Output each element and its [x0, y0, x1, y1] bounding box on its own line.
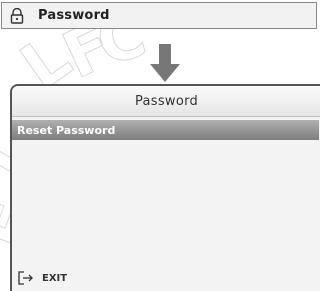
menu-item-label: Reset Password: [17, 123, 116, 137]
screen-title: Password: [134, 93, 199, 109]
device-screen: Password Reset Password EXIT: [10, 84, 320, 291]
breadcrumb-label: Password: [38, 8, 110, 23]
lock-icon: [10, 7, 24, 24]
screen-header: Password: [12, 86, 320, 117]
exit-button[interactable]: EXIT: [18, 271, 67, 285]
exit-icon: [18, 271, 33, 285]
exit-label: EXIT: [42, 272, 68, 284]
menu-item-reset-password[interactable]: Reset Password: [12, 120, 319, 140]
arrow-down-icon: [150, 44, 180, 82]
breadcrumb: Password: [1, 2, 317, 29]
